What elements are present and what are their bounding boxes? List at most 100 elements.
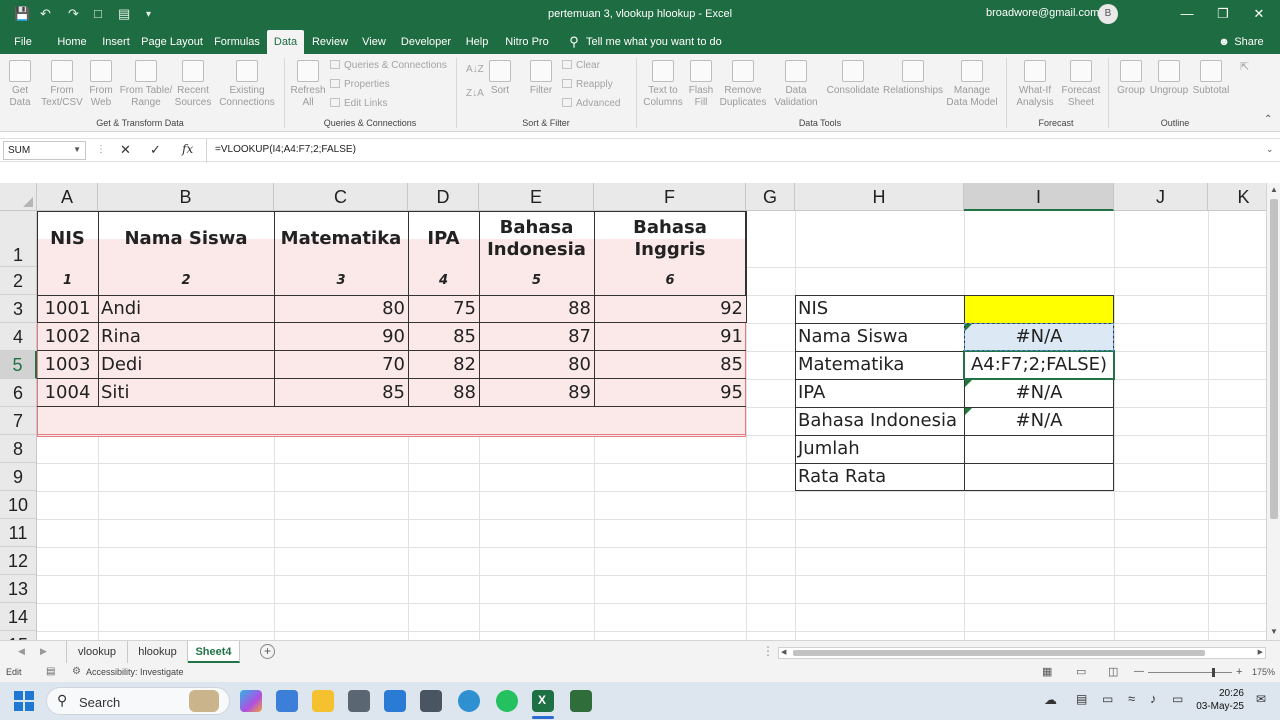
clock[interactable]: 20:26 03-May-25 bbox=[1196, 687, 1244, 713]
table-header-cell[interactable]: IPA bbox=[408, 211, 479, 267]
table-cell[interactable]: Rina bbox=[98, 323, 274, 351]
row-header-8[interactable]: 8 bbox=[0, 435, 37, 463]
table-cell[interactable]: 1002 bbox=[37, 323, 98, 351]
calculator-icon[interactable] bbox=[420, 690, 442, 712]
row-header-15[interactable]: 15 bbox=[0, 631, 37, 640]
whatsapp-icon[interactable] bbox=[496, 690, 518, 712]
zoom-slider[interactable] bbox=[1148, 672, 1232, 673]
what-if-analysis-button[interactable]: What-If Analysis bbox=[1012, 60, 1058, 109]
row-header-12[interactable]: 12 bbox=[0, 547, 37, 575]
name-box-dropdown-icon[interactable]: ▼ bbox=[73, 145, 81, 154]
tab-developer[interactable]: Developer bbox=[397, 30, 455, 54]
column-header-e[interactable]: E bbox=[479, 183, 594, 211]
column-index-cell[interactable]: 3 bbox=[274, 267, 408, 295]
collapse-ribbon-icon[interactable]: ⌃ bbox=[1264, 114, 1272, 125]
copilot-icon[interactable] bbox=[240, 690, 262, 712]
column-index-cell[interactable]: 4 bbox=[408, 267, 479, 295]
tab-review[interactable]: Review bbox=[309, 30, 351, 54]
table-cell[interactable]: 1004 bbox=[37, 379, 98, 407]
volume-icon[interactable]: ♪ bbox=[1150, 691, 1157, 706]
cancel-icon[interactable]: ✕ bbox=[120, 142, 131, 158]
tab-view[interactable]: View bbox=[356, 30, 392, 54]
active-cell[interactable] bbox=[963, 350, 1115, 380]
table-cell[interactable]: 80 bbox=[274, 295, 408, 323]
notification-icon[interactable]: ✉ bbox=[1256, 692, 1266, 706]
row-header-6[interactable]: 6 bbox=[0, 379, 37, 407]
excel-icon[interactable]: X bbox=[532, 690, 554, 712]
table-header-cell[interactable]: Nama Siswa bbox=[98, 211, 274, 267]
manage-data-model-button[interactable]: Manage Data Model bbox=[944, 60, 1000, 109]
column-index-cell[interactable]: 6 bbox=[594, 267, 746, 295]
table-cell[interactable]: 90 bbox=[274, 323, 408, 351]
sort-asc-icon[interactable]: A↓Z bbox=[466, 64, 484, 75]
column-header-h[interactable]: H bbox=[795, 183, 964, 211]
share-button[interactable]: Share bbox=[1232, 30, 1266, 54]
data-validation-button[interactable]: Data Validation bbox=[768, 60, 824, 109]
column-header-j[interactable]: J bbox=[1114, 183, 1208, 211]
onedrive-icon[interactable]: ☁ bbox=[1044, 692, 1057, 708]
scroll-down-icon[interactable]: ▼ bbox=[1270, 627, 1278, 636]
calendar-icon[interactable] bbox=[276, 690, 298, 712]
prev-sheet-icon[interactable]: ◀ bbox=[18, 646, 25, 657]
table-cell[interactable]: 88 bbox=[479, 295, 594, 323]
tab-formulas[interactable]: Formulas bbox=[210, 30, 264, 54]
accessibility-status[interactable]: Accessibility: Investigate bbox=[86, 667, 184, 677]
horizontal-scrollbar[interactable]: ◀ ▶ bbox=[778, 647, 1266, 659]
app-icon[interactable] bbox=[570, 690, 592, 712]
page-break-view-icon[interactable]: ◫ bbox=[1108, 665, 1118, 678]
add-sheet-icon[interactable]: + bbox=[260, 644, 275, 659]
subtotal-button[interactable]: Subtotal bbox=[1190, 60, 1232, 97]
from-table-range-button[interactable]: From Table/ Range bbox=[118, 60, 174, 109]
row-header-10[interactable]: 10 bbox=[0, 491, 37, 519]
table-cell[interactable]: Dedi bbox=[98, 351, 274, 379]
row-header-11[interactable]: 11 bbox=[0, 519, 37, 547]
column-header-c[interactable]: C bbox=[274, 183, 408, 211]
consolidate-button[interactable]: Consolidate bbox=[826, 60, 880, 97]
ungroup-button[interactable]: Ungroup bbox=[1148, 60, 1190, 97]
table-cell[interactable]: 95 bbox=[594, 379, 746, 407]
table-header-cell[interactable]: Bahasa Indonesia bbox=[479, 211, 594, 267]
tab-nitro-pro[interactable]: Nitro Pro bbox=[500, 30, 554, 54]
column-header-b[interactable]: B bbox=[98, 183, 274, 211]
zoom-level[interactable]: 175% bbox=[1252, 667, 1275, 677]
scroll-left-icon[interactable]: ◀ bbox=[781, 648, 786, 656]
windows-start-icon[interactable] bbox=[14, 691, 34, 711]
tab-home[interactable]: Home bbox=[52, 30, 92, 54]
taskbar-search[interactable]: ⚲ Search bbox=[46, 687, 230, 715]
column-header-g[interactable]: G bbox=[746, 183, 795, 211]
column-header-f[interactable]: F bbox=[594, 183, 746, 211]
refresh-all-button[interactable]: Refresh All bbox=[288, 60, 328, 109]
device-icon[interactable]: ▤ bbox=[1076, 692, 1087, 706]
scroll-right-icon[interactable]: ▶ bbox=[1258, 648, 1263, 656]
insert-function-icon[interactable]: fx bbox=[182, 142, 193, 156]
row-header-7[interactable]: 7 bbox=[0, 407, 37, 435]
column-header-a[interactable]: A bbox=[37, 183, 98, 211]
formula-input[interactable]: =VLOOKUP(I4;A4:F7;2;FALSE) bbox=[215, 144, 356, 155]
tab-file[interactable]: File bbox=[8, 30, 38, 54]
table-header-cell[interactable]: Bahasa Inggris bbox=[594, 211, 746, 267]
column-index-cell[interactable]: 1 bbox=[37, 267, 98, 295]
select-all[interactable] bbox=[0, 183, 37, 211]
table-cell[interactable]: Siti bbox=[98, 379, 274, 407]
scroll-thumb[interactable] bbox=[1270, 199, 1278, 519]
enter-icon[interactable]: ✓ bbox=[150, 142, 161, 158]
group-button[interactable]: Group bbox=[1114, 60, 1148, 97]
advanced-button[interactable]: Advanced bbox=[562, 98, 620, 109]
table-cell[interactable]: 75 bbox=[408, 295, 479, 323]
row-header-1[interactable]: 1 bbox=[0, 211, 37, 267]
expand-formula-icon[interactable]: ⌄ bbox=[1266, 144, 1274, 155]
next-sheet-icon[interactable]: ▶ bbox=[40, 646, 47, 657]
from-text-csv-button[interactable]: From Text/CSV bbox=[40, 60, 84, 109]
column-index-cell[interactable]: 2 bbox=[98, 267, 274, 295]
column-header-i[interactable]: I bbox=[964, 183, 1114, 211]
name-box[interactable]: SUM ▼ bbox=[3, 141, 86, 160]
maximize-icon[interactable]: ❐ bbox=[1208, 6, 1238, 22]
edit-links-button[interactable]: Edit Links bbox=[330, 98, 387, 109]
minimize-icon[interactable]: — bbox=[1172, 6, 1202, 21]
column-header-d[interactable]: D bbox=[408, 183, 479, 211]
table-cell[interactable]: Andi bbox=[98, 295, 274, 323]
table-header-cell[interactable]: NIS bbox=[37, 211, 98, 267]
tab-split-icon[interactable]: ⋮ bbox=[762, 644, 774, 658]
row-header-2[interactable]: 2 bbox=[0, 267, 37, 295]
get-data-button[interactable]: Get Data bbox=[4, 60, 36, 109]
